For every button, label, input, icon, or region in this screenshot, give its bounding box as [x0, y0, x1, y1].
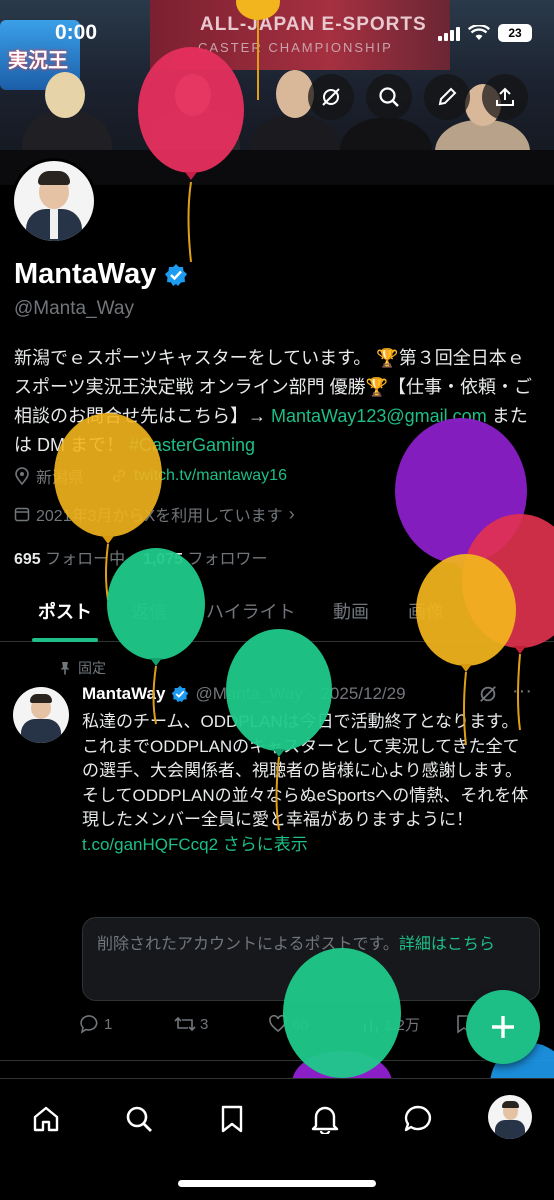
search-icon — [126, 1106, 152, 1132]
bell-icon — [311, 1106, 339, 1134]
follow-stats: 695 フォロー中 1,075 フォロワー — [14, 545, 267, 569]
bar-chart-icon — [364, 1017, 378, 1033]
profile-name: MantaWay — [14, 258, 188, 291]
tab-highlights[interactable]: ハイライト — [206, 598, 296, 624]
post-divider — [0, 1060, 554, 1061]
link-icon — [112, 469, 126, 483]
profile-tabs: ポスト 返信 ハイライト 動画 画像 — [0, 592, 554, 642]
verified-badge-icon — [165, 263, 188, 286]
profile-bio: 新潟でｅスポーツキャスターをしています。 🏆第３回全日本ｅスポーツ実況王決定戦 … — [14, 348, 533, 455]
nav-bookmarks[interactable] — [212, 1099, 252, 1139]
nav-home[interactable] — [26, 1099, 66, 1139]
bookmark-icon — [221, 1105, 243, 1133]
post-date[interactable]: 2025/12/29 — [320, 684, 405, 704]
translate-button[interactable] — [308, 74, 354, 120]
pinned-indicator: 固定 — [58, 658, 106, 678]
chevron-right-icon: › — [288, 503, 295, 524]
pin-icon — [60, 662, 70, 675]
heart-icon — [269, 1014, 287, 1033]
status-icons: 23 — [438, 24, 532, 42]
profile-joined-row[interactable]: 2021年3月からXを利用しています › — [14, 502, 295, 526]
nav-notifications[interactable] — [305, 1099, 345, 1139]
banner-sign-line2: CASTER CHAMPIONSHIP — [198, 40, 393, 55]
details-link[interactable]: 詳細はこちら — [399, 936, 495, 953]
profile-banner[interactable]: ALL-JAPAN E-SPORTS CASTER CHAMPIONSHIP 実… — [0, 0, 554, 185]
views-button[interactable]: 1.2万 — [362, 1014, 420, 1035]
like-button[interactable]: 68 — [268, 1014, 309, 1034]
post-author-handle[interactable]: @Manta_Way — [195, 684, 302, 704]
reply-button[interactable]: 1 — [80, 1014, 112, 1034]
tab-posts[interactable]: ポスト — [38, 598, 92, 624]
active-tab-indicator — [32, 638, 98, 642]
post-text[interactable]: 私達のチーム、ODDPLANは今日で活動終了となります。 これまでODDPLAN… — [82, 710, 534, 857]
home-indicator — [178, 1180, 376, 1187]
chat-bubble-icon — [404, 1105, 432, 1132]
home-icon — [33, 1106, 59, 1132]
profile-avatar[interactable] — [11, 158, 97, 244]
nav-profile-avatar[interactable] — [488, 1095, 532, 1139]
profile-location-row: 新潟県 twitch.tv/mantaway16 — [14, 464, 287, 488]
post-translate-button[interactable] — [478, 684, 498, 709]
reply-icon — [80, 1015, 98, 1034]
website-link[interactable]: twitch.tv/mantaway16 — [134, 467, 287, 485]
tab-images[interactable]: 画像 — [408, 598, 444, 624]
signal-icon — [438, 26, 460, 41]
battery-indicator: 23 — [498, 24, 532, 42]
wifi-icon — [468, 25, 490, 40]
search-icon — [379, 87, 399, 107]
tab-replies[interactable]: 返信 — [131, 598, 167, 624]
nav-messages[interactable] — [398, 1099, 438, 1139]
profile-handle: @Manta_Way — [14, 298, 134, 319]
pencil-icon — [438, 87, 457, 106]
following-link[interactable]: 695 フォロー中 — [14, 551, 125, 568]
repost-icon — [174, 1016, 196, 1032]
share-button[interactable] — [482, 74, 528, 120]
compose-post-button[interactable] — [466, 990, 540, 1064]
verified-badge-icon — [172, 685, 189, 703]
nav-search[interactable] — [119, 1099, 159, 1139]
post-author-avatar[interactable] — [13, 687, 69, 743]
post-more-icon[interactable]: ··· — [512, 680, 532, 703]
post-link[interactable]: t.co/ganHQFCcq2 — [82, 835, 218, 854]
status-time: 0:00 — [55, 21, 98, 44]
tab-videos[interactable]: 動画 — [333, 598, 369, 624]
calendar-icon — [14, 507, 30, 522]
edit-button[interactable] — [424, 74, 470, 120]
show-more-link[interactable]: さらに表示 — [223, 835, 308, 854]
banner-sign-line1: ALL-JAPAN E-SPORTS — [200, 14, 427, 35]
post-author-name[interactable]: MantaWay — [82, 684, 165, 704]
post-header: MantaWay @Manta_Way · 2025/12/29 — [82, 684, 406, 704]
repost-button[interactable]: 3 — [174, 1014, 208, 1034]
share-icon — [496, 87, 514, 106]
plus-icon — [492, 1016, 514, 1038]
bio-hashtag-link[interactable]: #CasterGaming — [129, 435, 255, 455]
location-pin-icon — [15, 467, 29, 485]
bio-email-link[interactable]: MantaWay123@gmail.com — [271, 406, 487, 426]
search-button[interactable] — [366, 74, 412, 120]
no-translate-icon — [480, 686, 496, 702]
followers-link[interactable]: 1,075 フォロワー — [143, 551, 268, 568]
quoted-post-unavailable: 削除されたアカウントによるポストです。詳細はこちら — [82, 917, 540, 1001]
no-translate-icon — [322, 88, 340, 106]
